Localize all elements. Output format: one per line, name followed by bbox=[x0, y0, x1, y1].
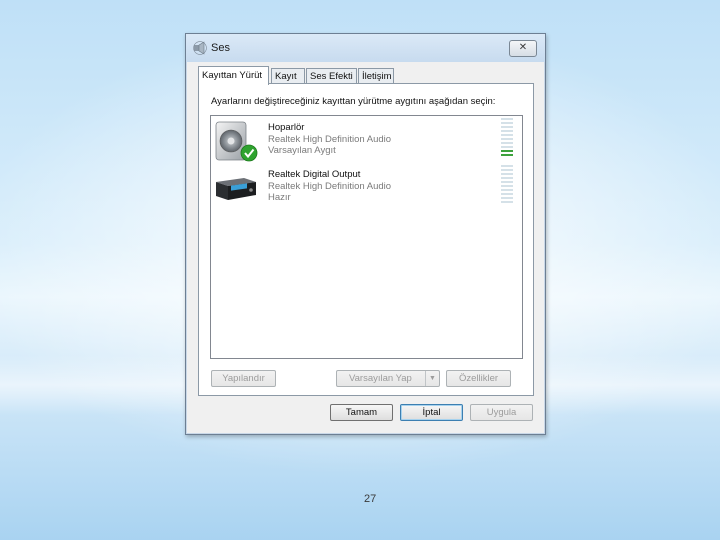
device-item-digital-output[interactable]: Realtek Digital Output Realtek High Defi… bbox=[211, 165, 522, 209]
sound-dialog: Ses ✕ Kayıttan Yürüt Kayıt Ses Efekti İl… bbox=[185, 33, 546, 435]
ok-button[interactable]: Tamam bbox=[330, 404, 393, 421]
speaker-icon bbox=[215, 121, 258, 162]
set-default-label: Varsayılan Yap bbox=[349, 373, 412, 384]
meter-bar bbox=[501, 189, 513, 191]
slide-page-number: 27 bbox=[364, 493, 377, 505]
device-name: Realtek Digital Output bbox=[268, 169, 361, 180]
meter-bar bbox=[501, 130, 513, 132]
meter-bar bbox=[501, 193, 513, 195]
title-bar: Ses ✕ bbox=[186, 34, 545, 62]
meter-bar bbox=[501, 150, 513, 152]
meter-bar bbox=[501, 197, 513, 199]
meter-bar bbox=[501, 201, 513, 203]
meter-bar bbox=[501, 142, 513, 144]
tab-recording[interactable]: Kayıt bbox=[271, 68, 305, 83]
meter-bar bbox=[501, 154, 513, 156]
meter-bar bbox=[501, 138, 513, 140]
volume-meter bbox=[501, 118, 513, 158]
apply-button[interactable]: Uygula bbox=[470, 404, 533, 421]
properties-button[interactable]: Özellikler bbox=[446, 370, 511, 387]
device-list[interactable]: Hoparlör Realtek High Definition Audio V… bbox=[210, 115, 523, 359]
playback-panel: Ayarlarını değiştireceğiniz kayıttan yür… bbox=[198, 83, 534, 396]
device-status: Varsayılan Aygıt bbox=[268, 145, 336, 156]
device-driver: Realtek High Definition Audio bbox=[268, 133, 392, 145]
device-name: Hoparlör bbox=[268, 122, 305, 133]
meter-bar bbox=[501, 165, 513, 167]
device-driver: Realtek High Definition Audio bbox=[268, 180, 392, 192]
meter-bar bbox=[501, 118, 513, 120]
meter-bar bbox=[501, 134, 513, 136]
meter-bar bbox=[501, 169, 513, 171]
meter-bar bbox=[501, 173, 513, 175]
device-item-speakers[interactable]: Hoparlör Realtek High Definition Audio V… bbox=[211, 118, 522, 162]
tab-playback[interactable]: Kayıttan Yürüt bbox=[198, 66, 269, 85]
meter-bar bbox=[501, 146, 513, 148]
close-button[interactable]: ✕ bbox=[509, 40, 537, 57]
digital-output-device-icon bbox=[216, 178, 256, 200]
tab-communications[interactable]: İletişim bbox=[358, 68, 394, 83]
volume-meter bbox=[501, 165, 513, 205]
sound-icon bbox=[193, 41, 207, 55]
device-status: Hazır bbox=[268, 192, 291, 203]
tab-sound-effects[interactable]: Ses Efekti bbox=[306, 68, 357, 83]
close-icon: ✕ bbox=[518, 42, 528, 53]
window-title: Ses bbox=[211, 42, 230, 54]
chevron-down-icon[interactable]: ▼ bbox=[425, 371, 439, 386]
set-default-button[interactable]: Varsayılan Yap ▼ bbox=[336, 370, 440, 387]
meter-bar bbox=[501, 126, 513, 128]
configure-button[interactable]: Yapılandır bbox=[211, 370, 276, 387]
instruction-text: Ayarlarını değiştireceğiniz kayıttan yür… bbox=[211, 96, 496, 107]
meter-bar bbox=[501, 181, 513, 183]
meter-bar bbox=[501, 122, 513, 124]
meter-bar bbox=[501, 185, 513, 187]
cancel-button[interactable]: İptal bbox=[400, 404, 463, 421]
meter-bar bbox=[501, 177, 513, 179]
default-device-check-icon bbox=[240, 144, 258, 162]
